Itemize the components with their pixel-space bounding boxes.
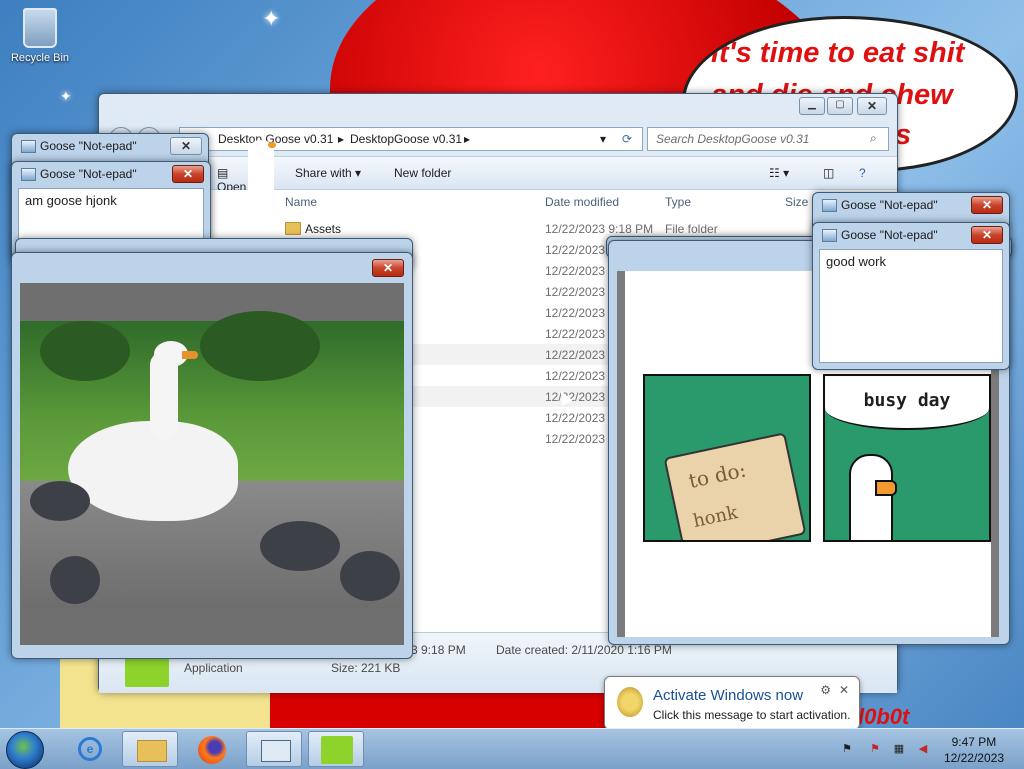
chevron-right-icon[interactable]: ▸ xyxy=(464,132,470,146)
bubble-line-1: it's time to eat shit xyxy=(711,37,965,69)
pigeon-shape xyxy=(340,551,400,601)
taskbar: e ⚑ ⚑ ▦ ◀ 9:47 PM 12/22/2023 xyxy=(0,728,1024,769)
notepad-icon xyxy=(822,199,837,212)
recycle-bin[interactable]: Recycle Bin xyxy=(6,8,74,64)
close-button[interactable]: ✕ xyxy=(372,259,404,277)
window-title: Goose "Not-epad" xyxy=(841,198,938,212)
window-title: Goose "Not-epad" xyxy=(841,228,938,242)
desktop-goose-sprite[interactable] xyxy=(248,140,274,202)
chevron-down-icon[interactable]: ▾ xyxy=(600,132,606,146)
search-input[interactable]: Search DesktopGoose v0.31 ⌕ xyxy=(647,127,889,151)
tray-flag-icon[interactable]: ⚑ xyxy=(840,742,854,756)
details-date-created: Date created: 2/11/2020 1:16 PM xyxy=(496,643,672,657)
firefox-icon[interactable] xyxy=(184,731,240,767)
notepad-icon[interactable] xyxy=(246,731,302,767)
clock[interactable]: 9:47 PM 12/22/2023 xyxy=(944,734,1004,766)
notepad-icon xyxy=(21,168,36,181)
meme-caption: busy day xyxy=(863,390,951,411)
close-button[interactable]: ✕ xyxy=(170,137,202,155)
maximize-button[interactable]: ▢ xyxy=(827,97,853,115)
action-center-icon[interactable]: ⚑ xyxy=(868,742,882,756)
close-button[interactable]: ✕ xyxy=(172,165,204,183)
notepad-icon xyxy=(822,229,837,242)
share-with-button[interactable]: Share with ▾ xyxy=(295,166,361,180)
tree-shape xyxy=(200,311,320,381)
details-kind: Application xyxy=(184,661,243,675)
snowflake-icon: ✦ xyxy=(60,88,72,104)
goose-gif-window[interactable]: ✕ xyxy=(11,252,413,659)
goose-photo xyxy=(20,311,404,609)
meme-panel-left: to do: honk xyxy=(643,374,811,542)
new-folder-button[interactable]: New folder xyxy=(394,166,451,180)
close-button[interactable]: ✕ xyxy=(857,97,887,115)
desktop-goose-icon[interactable] xyxy=(308,731,364,767)
goose-beak-icon xyxy=(268,142,276,148)
details-modified: 3 9:18 PM xyxy=(411,643,466,657)
wallpaper-corner-text: l0b0t xyxy=(858,704,910,728)
pigeon-shape xyxy=(30,481,90,521)
clock-date: 12/22/2023 xyxy=(943,751,1004,765)
refresh-icon[interactable]: ⟳ xyxy=(622,132,632,146)
preview-pane-icon[interactable]: ◫ xyxy=(823,166,834,180)
chevron-right-icon[interactable]: ▸ xyxy=(338,132,344,146)
search-icon[interactable]: ⌕ xyxy=(870,131,877,146)
pigeon-shape xyxy=(50,556,100,604)
activation-title: Activate Windows now xyxy=(653,687,804,704)
key-icon xyxy=(617,687,643,717)
network-icon[interactable]: ▦ xyxy=(892,742,906,756)
window-title: Goose "Not-epad" xyxy=(40,139,137,153)
meme-panel-right: busy day xyxy=(823,374,991,542)
caption-box: busy day xyxy=(825,376,989,430)
column-date-modified[interactable]: Date modified xyxy=(545,195,619,209)
wrench-icon[interactable]: ⚙ xyxy=(820,683,831,697)
minimize-button[interactable]: ▁ xyxy=(799,97,825,115)
note-text: good work xyxy=(826,254,886,269)
view-options-icon[interactable]: ☷ ▾ xyxy=(769,166,789,180)
activation-subtitle: Click this message to start activation. xyxy=(653,708,851,722)
column-type[interactable]: Type xyxy=(665,195,691,209)
breadcrumb-item[interactable]: DesktopGoose v0.31 xyxy=(350,132,462,146)
snowflake-icon: ✦ xyxy=(262,6,281,31)
search-placeholder: Search DesktopGoose v0.31 xyxy=(656,132,810,146)
scroll-item: honk xyxy=(691,502,740,532)
column-size[interactable]: Size xyxy=(785,195,808,209)
tree-shape xyxy=(40,321,130,381)
folder-icon xyxy=(285,222,301,235)
recycle-bin-label: Recycle Bin xyxy=(10,52,70,64)
notepad-text-area[interactable]: good work xyxy=(819,249,1003,363)
goose-notepad-window[interactable]: Goose "Not-epad" ✕ good work xyxy=(812,222,1010,370)
recycle-bin-icon xyxy=(23,8,57,48)
windows-explorer-icon[interactable] xyxy=(122,731,178,767)
goose-drawing xyxy=(849,454,893,540)
internet-explorer-icon[interactable]: e xyxy=(62,731,118,767)
volume-muted-icon[interactable]: ◀ xyxy=(916,742,930,756)
details-size: Size: 221 KB xyxy=(331,661,401,675)
close-button[interactable]: ✕ xyxy=(971,226,1003,244)
todo-scroll: to do: honk xyxy=(663,432,807,540)
goose-video xyxy=(20,283,404,645)
column-headers: Name Date modified Type Size xyxy=(269,190,897,213)
note-text: am goose hjonk xyxy=(25,193,117,208)
window-title: Goose "Not-epad" xyxy=(40,167,137,181)
goose-beak-shape xyxy=(182,351,198,359)
goose-beak-drawing xyxy=(875,480,897,496)
activation-balloon[interactable]: Activate Windows now Click this message … xyxy=(604,676,860,728)
clock-time: 9:47 PM xyxy=(951,735,997,749)
notepad-icon xyxy=(21,140,36,153)
start-button[interactable] xyxy=(6,731,44,769)
scroll-title: to do: xyxy=(686,457,749,493)
desktop: ✦ ✦ Recycle Bin it's time to eat shit an… xyxy=(0,0,1024,728)
column-name[interactable]: Name xyxy=(285,195,317,209)
close-icon[interactable]: ✕ xyxy=(839,683,849,697)
close-button[interactable]: ✕ xyxy=(971,196,1003,214)
command-bar: ▤ Open Share with ▾ New folder ☷ ▾ ◫ ? xyxy=(99,156,897,194)
pigeon-shape xyxy=(260,521,340,571)
help-icon[interactable]: ? xyxy=(859,166,866,180)
open-icon: ▤ xyxy=(217,166,229,180)
